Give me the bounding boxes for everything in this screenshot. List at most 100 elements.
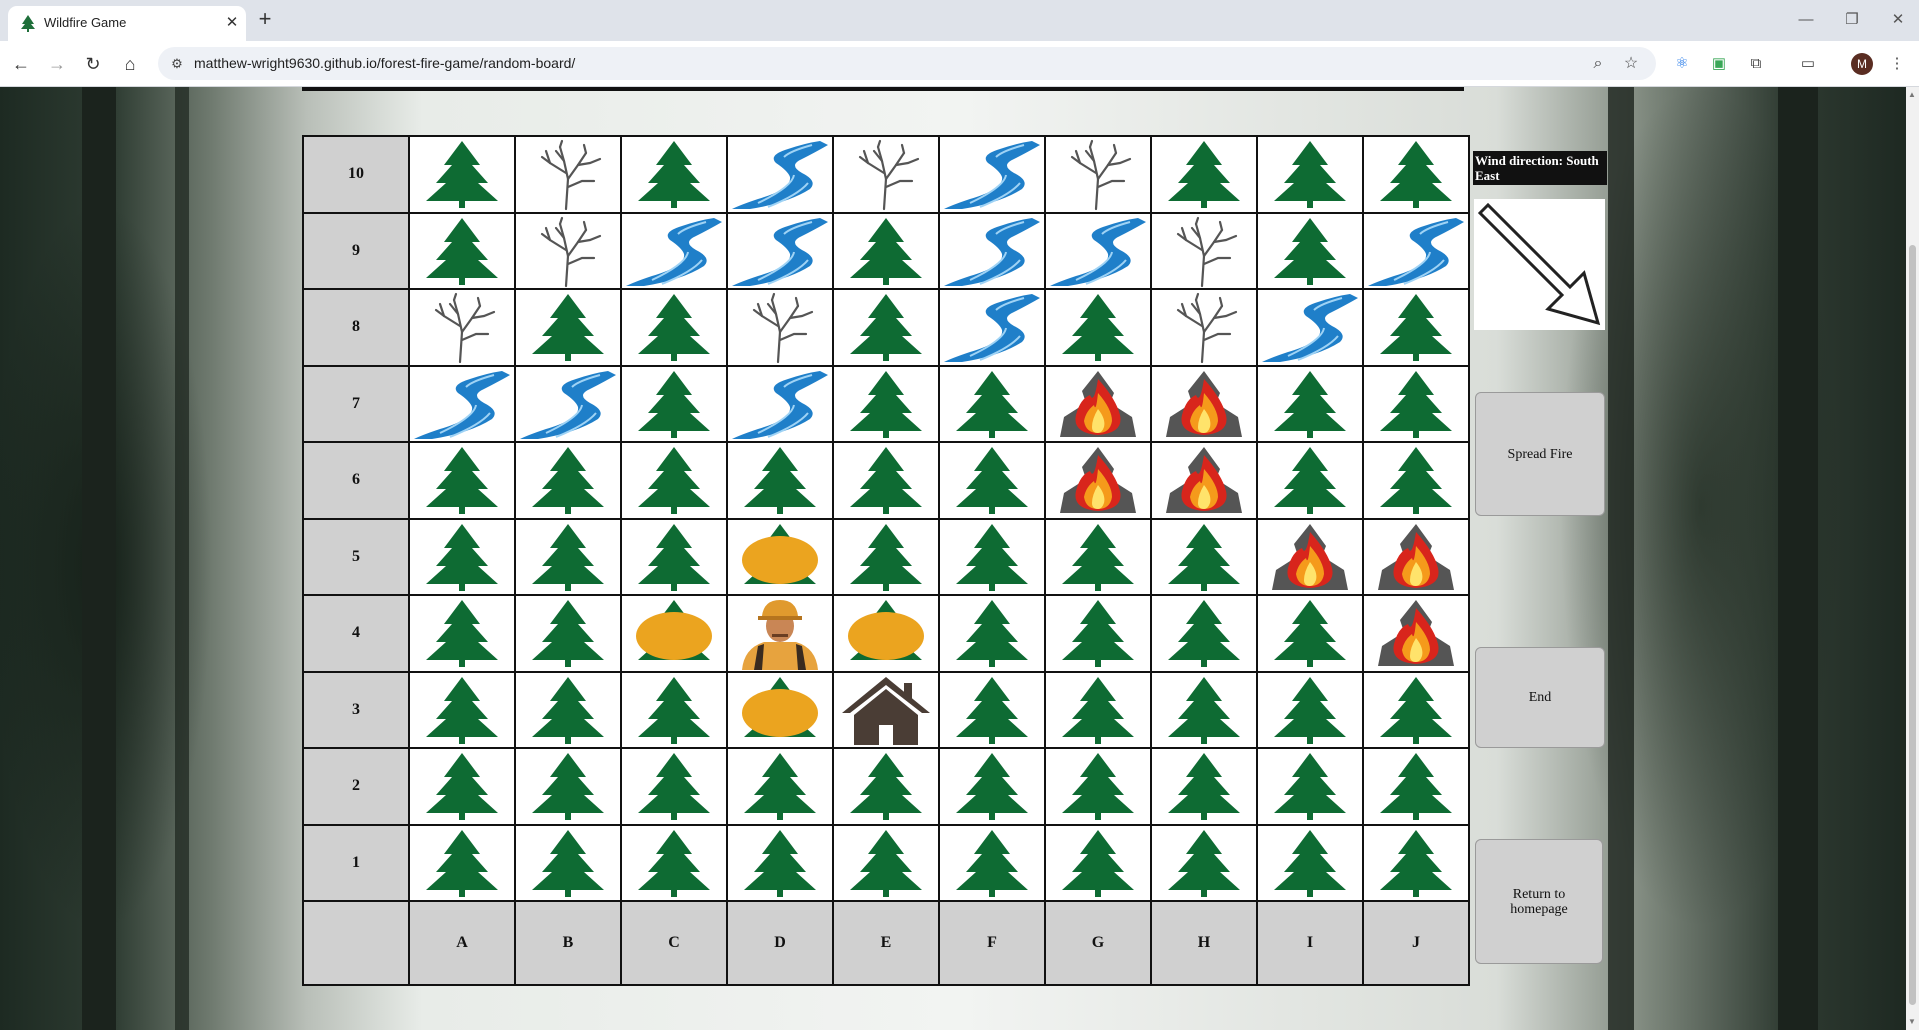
board-cell-tree[interactable]	[516, 825, 620, 900]
board-cell-tree[interactable]	[940, 519, 1044, 594]
board-cell-tree[interactable]	[516, 443, 620, 518]
board-cell-tree[interactable]	[622, 519, 726, 594]
board-cell-tree[interactable]	[834, 366, 938, 441]
board-cell-tree[interactable]	[940, 443, 1044, 518]
board-cell-tree[interactable]	[940, 825, 1044, 900]
board-cell-tree[interactable]	[622, 749, 726, 824]
board-cell-dead-tree[interactable]	[516, 137, 620, 212]
board-cell-tree[interactable]	[834, 290, 938, 365]
board-cell-firebreak[interactable]	[622, 596, 726, 671]
board-cell-tree[interactable]	[1046, 290, 1150, 365]
board-cell-dead-tree[interactable]	[728, 290, 832, 365]
url-text[interactable]: matthew-wright9630.github.io/forest-fire…	[194, 55, 575, 71]
end-button[interactable]: End	[1475, 647, 1605, 748]
board-cell-river[interactable]	[622, 213, 726, 288]
board-cell-tree[interactable]	[1046, 596, 1150, 671]
board-cell-fire[interactable]	[1046, 443, 1150, 518]
board-cell-tree[interactable]	[1364, 137, 1468, 212]
board-cell-dead-tree[interactable]	[1152, 290, 1256, 365]
board-cell-fire[interactable]	[1046, 366, 1150, 441]
board-cell-tree[interactable]	[1364, 825, 1468, 900]
board-cell-tree[interactable]	[728, 825, 832, 900]
board-cell-tree[interactable]	[516, 749, 620, 824]
board-cell-dead-tree[interactable]	[834, 137, 938, 212]
browser-tab[interactable]: Wildfire Game ✕	[8, 6, 246, 41]
board-cell-tree[interactable]	[940, 366, 1044, 441]
menu-kebab-icon[interactable]: ⋮	[1885, 52, 1909, 76]
board-cell-tree[interactable]	[834, 519, 938, 594]
extension-react-icon[interactable]: ⚛	[1670, 52, 1694, 76]
board-cell-tree[interactable]	[940, 672, 1044, 747]
board-cell-firebreak[interactable]	[728, 519, 832, 594]
board-cell-fire[interactable]	[1364, 596, 1468, 671]
board-cell-tree[interactable]	[516, 519, 620, 594]
board-cell-fire[interactable]	[1364, 519, 1468, 594]
board-cell-tree[interactable]	[1364, 290, 1468, 365]
board-cell-river[interactable]	[1046, 213, 1150, 288]
board-cell-tree[interactable]	[834, 213, 938, 288]
board-cell-fire[interactable]	[1258, 519, 1362, 594]
board-cell-river[interactable]	[940, 213, 1044, 288]
board-cell-tree[interactable]	[622, 825, 726, 900]
minimize-icon[interactable]: —	[1792, 8, 1820, 32]
home-icon[interactable]: ⌂	[118, 52, 142, 76]
board-cell-firebreak[interactable]	[728, 672, 832, 747]
board-cell-dead-tree[interactable]	[410, 290, 514, 365]
board-cell-tree[interactable]	[1364, 672, 1468, 747]
board-cell-tree[interactable]	[410, 596, 514, 671]
board-cell-tree[interactable]	[834, 825, 938, 900]
board-cell-tree[interactable]	[1258, 596, 1362, 671]
profile-avatar[interactable]: M	[1851, 53, 1873, 75]
board-cell-tree[interactable]	[1152, 672, 1256, 747]
board-cell-tree[interactable]	[940, 749, 1044, 824]
board-cell-tree[interactable]	[622, 672, 726, 747]
zoom-icon[interactable]: ⌕	[1587, 53, 1609, 75]
board-cell-tree[interactable]	[1258, 749, 1362, 824]
board-cell-tree[interactable]	[1152, 825, 1256, 900]
close-tab-icon[interactable]: ✕	[222, 13, 242, 33]
board-cell-river[interactable]	[728, 213, 832, 288]
board-cell-tree[interactable]	[728, 443, 832, 518]
board-cell-tree[interactable]	[410, 213, 514, 288]
board-cell-firebreak[interactable]	[834, 596, 938, 671]
board-cell-tree[interactable]	[622, 137, 726, 212]
board-cell-tree[interactable]	[1046, 672, 1150, 747]
board-cell-river[interactable]	[410, 366, 514, 441]
board-cell-tree[interactable]	[410, 749, 514, 824]
board-cell-tree[interactable]	[516, 672, 620, 747]
board-cell-tree[interactable]	[1258, 366, 1362, 441]
scroll-up-icon[interactable]: ▲	[1908, 90, 1916, 99]
board-cell-dead-tree[interactable]	[516, 213, 620, 288]
bookmark-star-icon[interactable]: ☆	[1620, 53, 1642, 75]
address-bar[interactable]: ⚙ matthew-wright9630.github.io/forest-fi…	[158, 47, 1656, 80]
board-cell-tree[interactable]	[1258, 825, 1362, 900]
board-cell-tree[interactable]	[1046, 749, 1150, 824]
scroll-down-icon[interactable]: ▼	[1908, 1017, 1916, 1026]
board-cell-tree[interactable]	[1364, 749, 1468, 824]
extension-p-icon[interactable]: ▣	[1707, 52, 1731, 76]
board-cell-tree[interactable]	[1258, 213, 1362, 288]
board-cell-firefighter[interactable]	[728, 596, 832, 671]
board-cell-fire[interactable]	[1152, 443, 1256, 518]
close-window-icon[interactable]: ✕	[1884, 8, 1912, 32]
board-cell-tree[interactable]	[1258, 137, 1362, 212]
board-cell-tree[interactable]	[1152, 137, 1256, 212]
extensions-puzzle-icon[interactable]: ⧉	[1744, 52, 1768, 76]
board-cell-tree[interactable]	[622, 290, 726, 365]
board-cell-tree[interactable]	[1364, 443, 1468, 518]
return-home-button[interactable]: Return to homepage	[1475, 839, 1603, 964]
board-cell-river[interactable]	[1364, 213, 1468, 288]
board-cell-tree[interactable]	[622, 366, 726, 441]
site-info-icon[interactable]: ⚙	[168, 55, 186, 73]
board-cell-tree[interactable]	[728, 749, 832, 824]
board-cell-tree[interactable]	[834, 749, 938, 824]
board-cell-tree[interactable]	[1258, 672, 1362, 747]
board-cell-tree[interactable]	[410, 443, 514, 518]
spread-fire-button[interactable]: Spread Fire	[1475, 392, 1605, 516]
board-cell-tree[interactable]	[1258, 443, 1362, 518]
new-tab-icon[interactable]: +	[254, 8, 276, 31]
board-cell-river[interactable]	[940, 290, 1044, 365]
board-cell-tree[interactable]	[410, 672, 514, 747]
board-cell-house[interactable]	[834, 672, 938, 747]
board-cell-tree[interactable]	[622, 443, 726, 518]
